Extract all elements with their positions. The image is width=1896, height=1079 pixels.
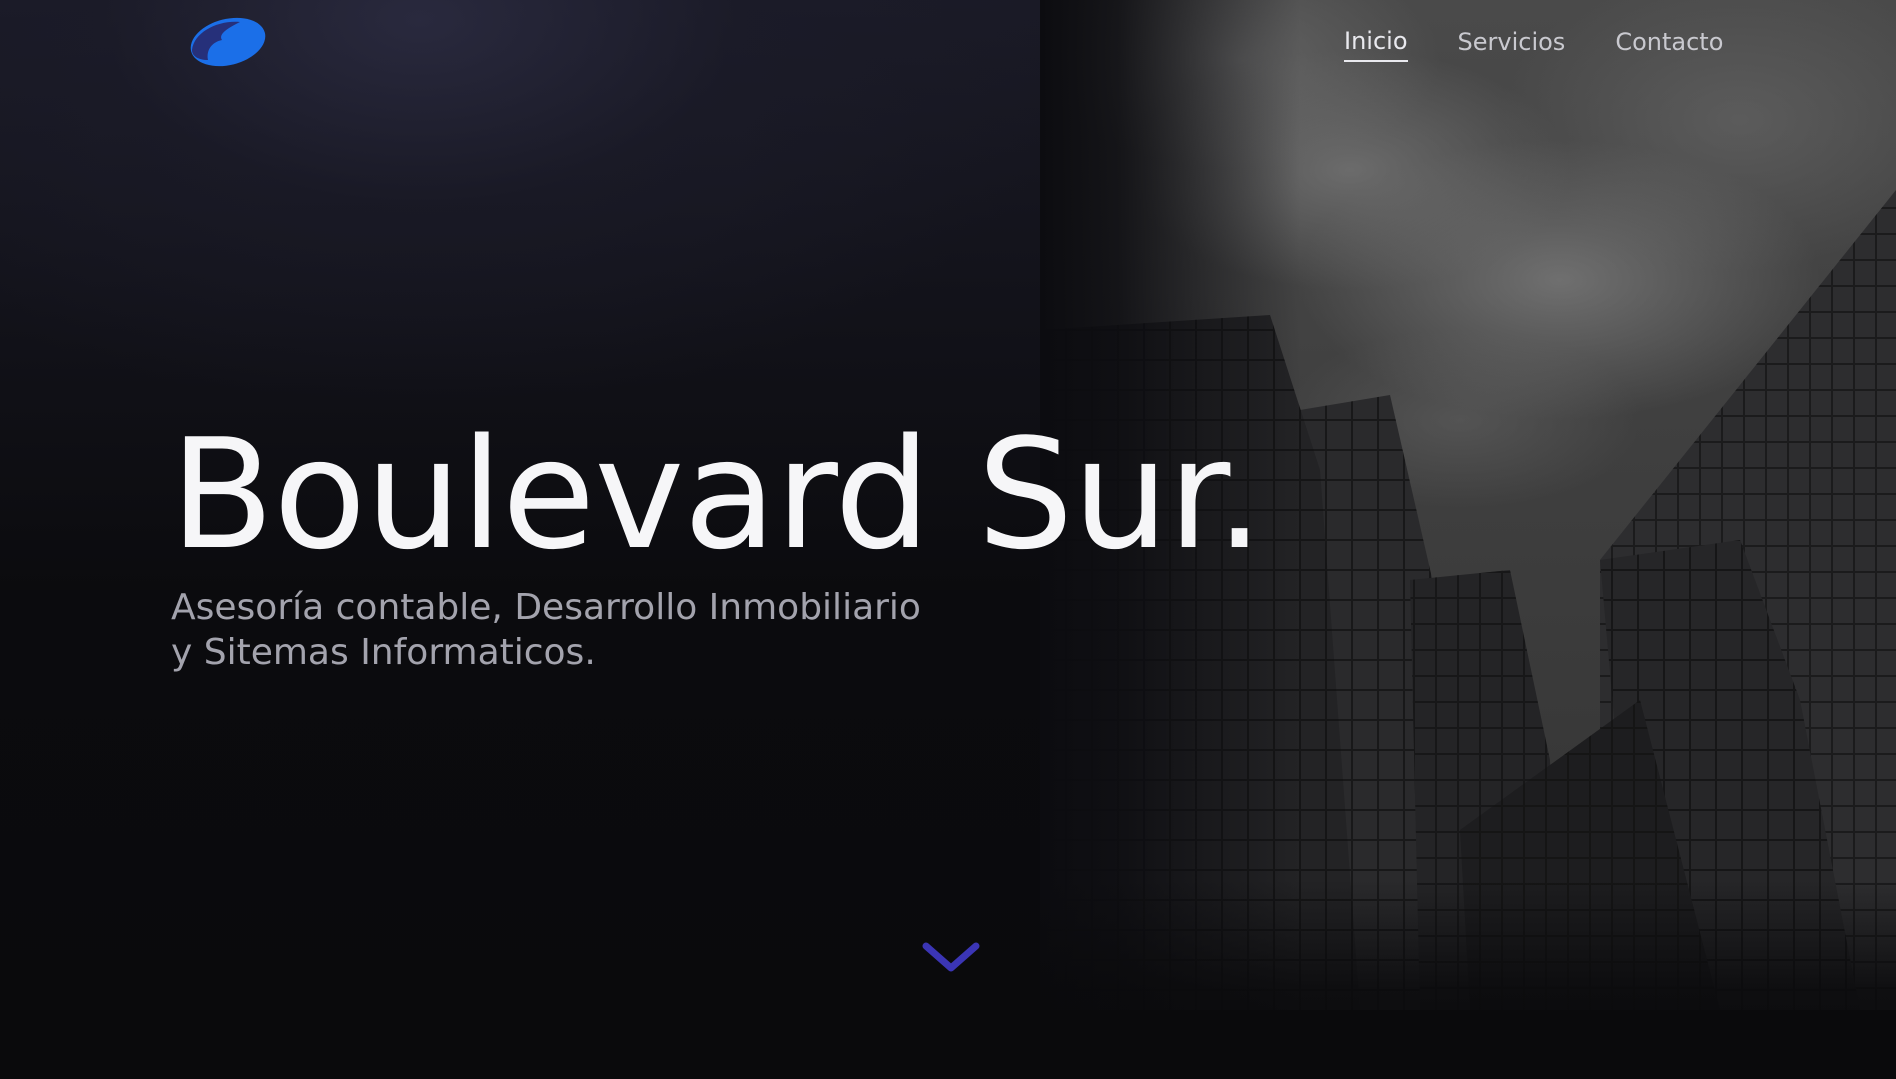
hero-title: Boulevard Sur. [170, 406, 1264, 583]
ellipse-swoosh-logo-icon[interactable] [188, 16, 268, 68]
nav-link-contacto[interactable]: Contacto [1615, 25, 1723, 61]
chevron-down-icon[interactable] [920, 938, 982, 978]
hero-subtitle: Asesoría contable, Desarrollo Inmobiliar… [171, 585, 931, 675]
hero-subtitle-line-2: y Sitemas Informaticos. [171, 632, 596, 673]
hero-subtitle-line-1: Asesoría contable, Desarrollo Inmobiliar… [171, 587, 921, 628]
main-navigation: Inicio Servicios Contacto [1344, 24, 1723, 62]
photo-bottom-fade-overlay [1040, 880, 1896, 1079]
landing-page: Inicio Servicios Contacto Boulevard Sur.… [0, 0, 1896, 1079]
nav-link-servicios[interactable]: Servicios [1458, 25, 1566, 61]
nav-link-inicio[interactable]: Inicio [1344, 24, 1408, 62]
